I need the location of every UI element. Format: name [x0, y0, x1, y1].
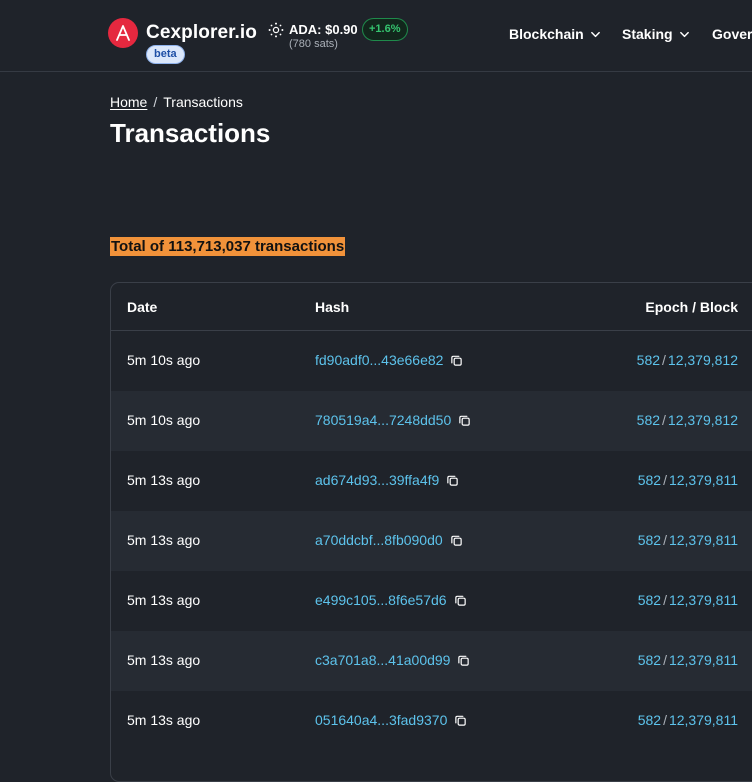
row-hash: fd90adf0...43e66e82 — [315, 352, 463, 368]
row-hash: c3a701a8...41a00d99 — [315, 652, 470, 668]
tx-hash-link[interactable]: 780519a4...7248dd50 — [315, 412, 451, 428]
epoch-block-separator: / — [663, 652, 667, 668]
nav-staking[interactable]: Staking — [622, 26, 690, 42]
copy-icon[interactable] — [454, 714, 467, 727]
ada-sats: (780 sats) — [289, 38, 338, 50]
epoch-link[interactable]: 582 — [638, 472, 661, 488]
block-link[interactable]: 12,379,812 — [668, 412, 738, 428]
epoch-block-separator: / — [662, 352, 666, 368]
row-epoch-block: 582/12,379,811 — [638, 532, 738, 548]
row-epoch-block: 582/12,379,811 — [638, 592, 738, 608]
table-row: 5m 10s ago fd90adf0...43e66e82 582/12,379,… — [111, 331, 752, 391]
row-date: 5m 10s ago — [127, 352, 201, 368]
tx-hash-link[interactable]: c3a701a8...41a00d99 — [315, 652, 450, 668]
copy-icon[interactable] — [446, 474, 459, 487]
row-date: 5m 13s ago — [127, 652, 201, 668]
cardano-icon — [268, 22, 284, 38]
logo-text[interactable]: Cexplorer.io — [146, 22, 257, 44]
copy-icon[interactable] — [450, 354, 463, 367]
breadcrumb: Home / Transactions — [110, 94, 243, 110]
epoch-block-separator: / — [663, 592, 667, 608]
table-row: 5m 10s ago 780519a4...7248dd50 582/12,379,… — [111, 391, 752, 451]
column-header-epoch-block: Epoch / Block — [645, 299, 738, 315]
row-date: 5m 10s ago — [127, 412, 201, 428]
row-hash: ad674d93...39ffa4f9 — [315, 472, 459, 488]
total-transactions-count: Total of 113,713,037 transactions — [110, 237, 346, 256]
row-epoch-block: 582/12,379,812 — [637, 412, 738, 428]
table-row: 5m 13s ago a70ddcbf...8fb090d0 582/12,379,… — [111, 511, 752, 571]
block-link[interactable]: 12,379,811 — [669, 592, 738, 608]
table-row: 5m 13s ago 051640a4...3fad9370 582/12,379,… — [111, 691, 752, 751]
block-link[interactable]: 12,379,811 — [669, 532, 738, 548]
row-date: 5m 13s ago — [127, 592, 201, 608]
row-hash: e499c105...8f6e57d6 — [315, 592, 467, 608]
table-row: 5m 13s ago ad674d93...39ffa4f9 582/12,379,… — [111, 451, 752, 511]
table-header: Date Hash Epoch / Block — [111, 283, 752, 331]
chevron-down-icon — [679, 31, 689, 37]
tx-hash-link[interactable]: a70ddcbf...8fb090d0 — [315, 532, 443, 548]
row-epoch-block: 582/12,379,811 — [638, 472, 738, 488]
block-link[interactable]: 12,379,811 — [669, 472, 738, 488]
tx-hash-link[interactable]: 051640a4...3fad9370 — [315, 712, 447, 728]
row-hash: 780519a4...7248dd50 — [315, 412, 471, 428]
nav-blockchain[interactable]: Blockchain — [509, 26, 601, 42]
epoch-link[interactable]: 582 — [637, 352, 660, 368]
chevron-down-icon — [590, 31, 600, 37]
block-link[interactable]: 12,379,811 — [669, 712, 738, 728]
nav-blockchain-label: Blockchain — [509, 26, 584, 42]
copy-icon[interactable] — [457, 654, 470, 667]
copy-icon[interactable] — [458, 414, 471, 427]
beta-badge: beta — [146, 45, 185, 64]
row-date: 5m 13s ago — [127, 472, 201, 488]
epoch-block-separator: / — [663, 712, 667, 728]
row-date: 5m 13s ago — [127, 532, 201, 548]
breadcrumb-current: Transactions — [163, 94, 243, 110]
column-header-hash: Hash — [315, 299, 350, 315]
row-hash: a70ddcbf...8fb090d0 — [315, 532, 463, 548]
breadcrumb-home-link[interactable]: Home — [110, 94, 147, 110]
transactions-table: Date Hash Epoch / Block 5m 10s ago fd90ad… — [110, 282, 752, 782]
epoch-link[interactable]: 582 — [637, 412, 660, 428]
epoch-link[interactable]: 582 — [638, 652, 661, 668]
epoch-link[interactable]: 582 — [638, 532, 661, 548]
ada-price: ADA: $0.90 — [289, 22, 358, 37]
row-epoch-block: 582/12,379,811 — [638, 712, 738, 728]
cexplorer-logo-icon[interactable] — [108, 18, 138, 48]
copy-icon[interactable] — [450, 534, 463, 547]
table-row: 5m 13s ago c3a701a8...41a00d99 582/12,379,… — [111, 631, 752, 691]
page-title: Transactions — [110, 118, 271, 148]
row-epoch-block: 582/12,379,812 — [637, 352, 738, 368]
epoch-block-separator: / — [662, 412, 666, 428]
table-row: 5m 13s ago e499c105...8f6e57d6 582/12,379,… — [111, 571, 752, 631]
tx-hash-link[interactable]: ad674d93...39ffa4f9 — [315, 472, 439, 488]
row-epoch-block: 582/12,379,811 — [638, 652, 738, 668]
copy-icon[interactable] — [454, 594, 467, 607]
nav-governance-label: Gover — [712, 26, 752, 42]
row-hash: 051640a4...3fad9370 — [315, 712, 467, 728]
top-header: Cexplorer.io beta ADA: $0.90 +1.6% (780 … — [0, 0, 752, 72]
row-date: 5m 13s ago — [127, 712, 201, 728]
tx-hash-link[interactable]: fd90adf0...43e66e82 — [315, 352, 443, 368]
ada-change-badge: +1.6% — [362, 18, 408, 41]
block-link[interactable]: 12,379,811 — [669, 652, 738, 668]
epoch-block-separator: / — [663, 472, 667, 488]
epoch-link[interactable]: 582 — [638, 712, 661, 728]
nav-staking-label: Staking — [622, 26, 673, 42]
logo-glyph — [116, 25, 130, 41]
epoch-block-separator: / — [663, 532, 667, 548]
block-link[interactable]: 12,379,812 — [668, 352, 738, 368]
tx-hash-link[interactable]: e499c105...8f6e57d6 — [315, 592, 447, 608]
epoch-link[interactable]: 582 — [638, 592, 661, 608]
column-header-date: Date — [127, 299, 158, 315]
breadcrumb-separator: / — [153, 94, 158, 110]
nav-governance[interactable]: Gover — [712, 26, 752, 42]
